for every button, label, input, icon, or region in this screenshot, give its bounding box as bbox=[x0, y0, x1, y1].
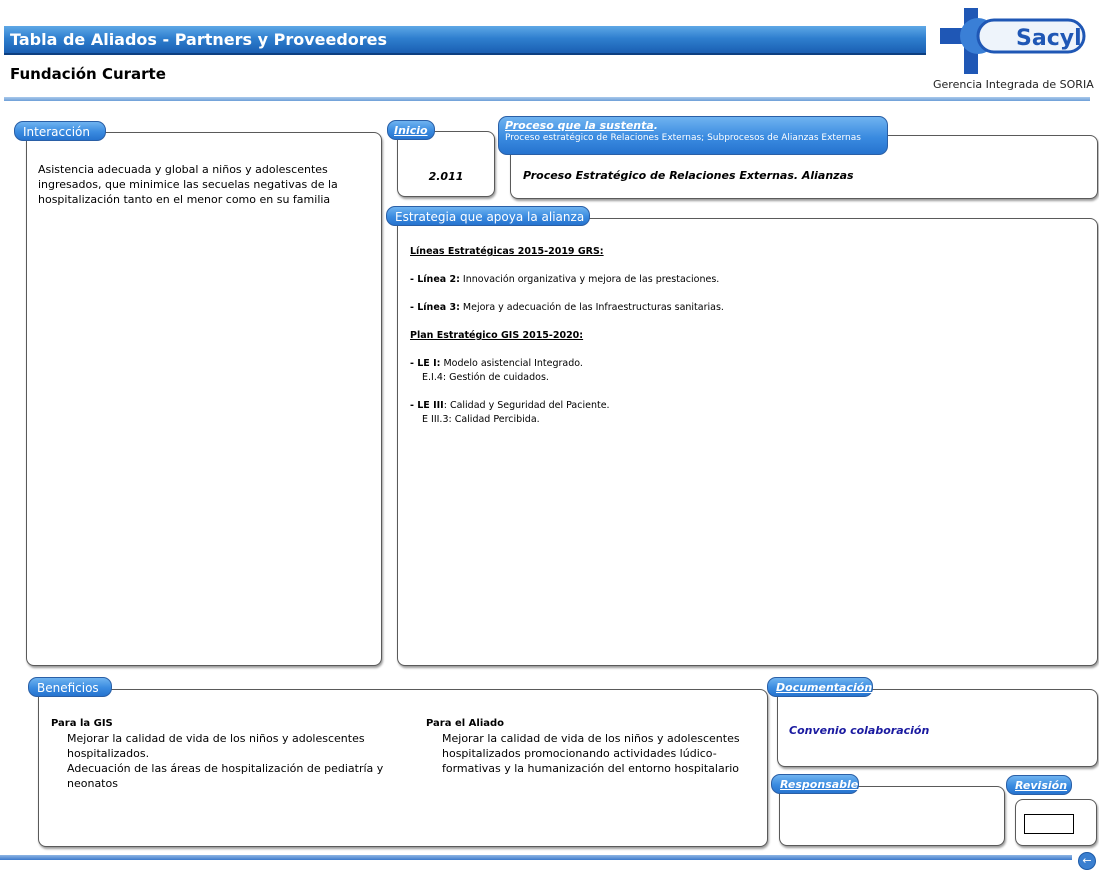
title-bar: Tabla de Aliados - Partners y Proveedore… bbox=[4, 26, 926, 55]
linea-3-label: - Línea 3: bbox=[410, 302, 460, 313]
inicio-value: 2.011 bbox=[428, 170, 464, 183]
estrategia-panel: Líneas Estratégicas 2015-2019 GRS: - Lín… bbox=[397, 218, 1098, 666]
tab-documentacion[interactable]: Documentación bbox=[767, 677, 873, 697]
revision-panel bbox=[1015, 799, 1097, 846]
beneficios-aliado: Para el Aliado Mejorar la calidad de vid… bbox=[426, 716, 746, 776]
le-1: - LE I: Modelo asistencial Integrado. bbox=[410, 357, 1070, 371]
interaccion-text: Asistencia adecuada y global a niños y a… bbox=[38, 163, 338, 206]
sacyl-logo-icon: Sacyl bbox=[940, 8, 1086, 74]
interaccion-panel: Asistencia adecuada y global a niños y a… bbox=[26, 132, 382, 666]
linea-2-text: Innovación organizativa y mejora de las … bbox=[459, 274, 720, 285]
beneficios-panel: Para la GIS Mejorar la calidad de vida d… bbox=[38, 689, 768, 847]
le-3: - LE III: Calidad y Seguridad del Pacien… bbox=[410, 399, 1070, 413]
linea-3: - Línea 3: Mejora y adecuación de las In… bbox=[410, 301, 1070, 315]
proceso-tab-dot: . bbox=[653, 119, 658, 132]
beneficios-aliado-heading: Para el Aliado bbox=[426, 718, 505, 729]
grs-heading: Líneas Estratégicas 2015-2019 GRS: bbox=[410, 246, 604, 257]
documentacion-value[interactable]: Convenio colaboración bbox=[789, 724, 929, 737]
le-1-label: - LE I: bbox=[410, 358, 441, 369]
back-arrow-icon[interactable]: ← bbox=[1078, 852, 1096, 870]
linea-3-text: Mejora y adecuación de las Infraestructu… bbox=[459, 302, 724, 313]
header-divider bbox=[4, 97, 1090, 101]
tab-revision[interactable]: Revisión bbox=[1006, 775, 1072, 795]
gerencia-label: Gerencia Integrada de SORIA bbox=[933, 78, 1094, 91]
responsable-panel bbox=[779, 786, 1005, 846]
footer-divider bbox=[0, 855, 1072, 860]
documentacion-panel: Convenio colaboración bbox=[777, 689, 1098, 767]
tab-beneficios: Beneficios bbox=[28, 677, 112, 697]
le-3-sub: E III.3: Calidad Percibida. bbox=[422, 414, 540, 425]
sacyl-logo: Sacyl bbox=[938, 6, 1088, 76]
beneficios-aliado-item: Mejorar la calidad de vida de los niños … bbox=[442, 732, 740, 775]
le-1-sub: E.I.4: Gestión de cuidados. bbox=[422, 372, 549, 383]
tab-interaccion: Interacción bbox=[14, 121, 106, 141]
svg-text:Sacyl: Sacyl bbox=[1016, 26, 1082, 51]
tab-proceso[interactable]: Proceso que la sustenta. Proceso estraté… bbox=[498, 116, 888, 155]
le-3-text: : Calidad y Seguridad del Paciente. bbox=[443, 400, 610, 411]
proceso-value: Proceso Estratégico de Relaciones Extern… bbox=[523, 169, 854, 182]
tab-inicio[interactable]: Inicio bbox=[387, 120, 435, 140]
revision-input[interactable] bbox=[1024, 814, 1074, 834]
beneficios-gis: Para la GIS Mejorar la calidad de vida d… bbox=[51, 716, 391, 791]
le-3-label: - LE III bbox=[410, 400, 444, 411]
beneficios-gis-item: Mejorar la calidad de vida de los niños … bbox=[67, 732, 365, 760]
tab-estrategia: Estrategia que apoya la alianza bbox=[386, 206, 590, 226]
beneficios-gis-item: Adecuación de las áreas de hospitalizaci… bbox=[67, 762, 384, 790]
le-1-text: Modelo asistencial Integrado. bbox=[440, 358, 583, 369]
linea-2: - Línea 2: Innovación organizativa y mej… bbox=[410, 273, 1070, 287]
organization-name: Fundación Curarte bbox=[10, 65, 166, 83]
page-title: Tabla de Aliados - Partners y Proveedore… bbox=[10, 30, 388, 49]
beneficios-gis-heading: Para la GIS bbox=[51, 718, 113, 729]
linea-2-label: - Línea 2: bbox=[410, 274, 460, 285]
tab-responsable[interactable]: Responsable bbox=[771, 774, 859, 794]
proceso-tab-label[interactable]: Proceso que la sustenta bbox=[505, 119, 654, 132]
gis-heading: Plan Estratégico GIS 2015-2020: bbox=[410, 330, 584, 341]
proceso-subtitle: Proceso estratégico de Relaciones Extern… bbox=[505, 133, 861, 143]
